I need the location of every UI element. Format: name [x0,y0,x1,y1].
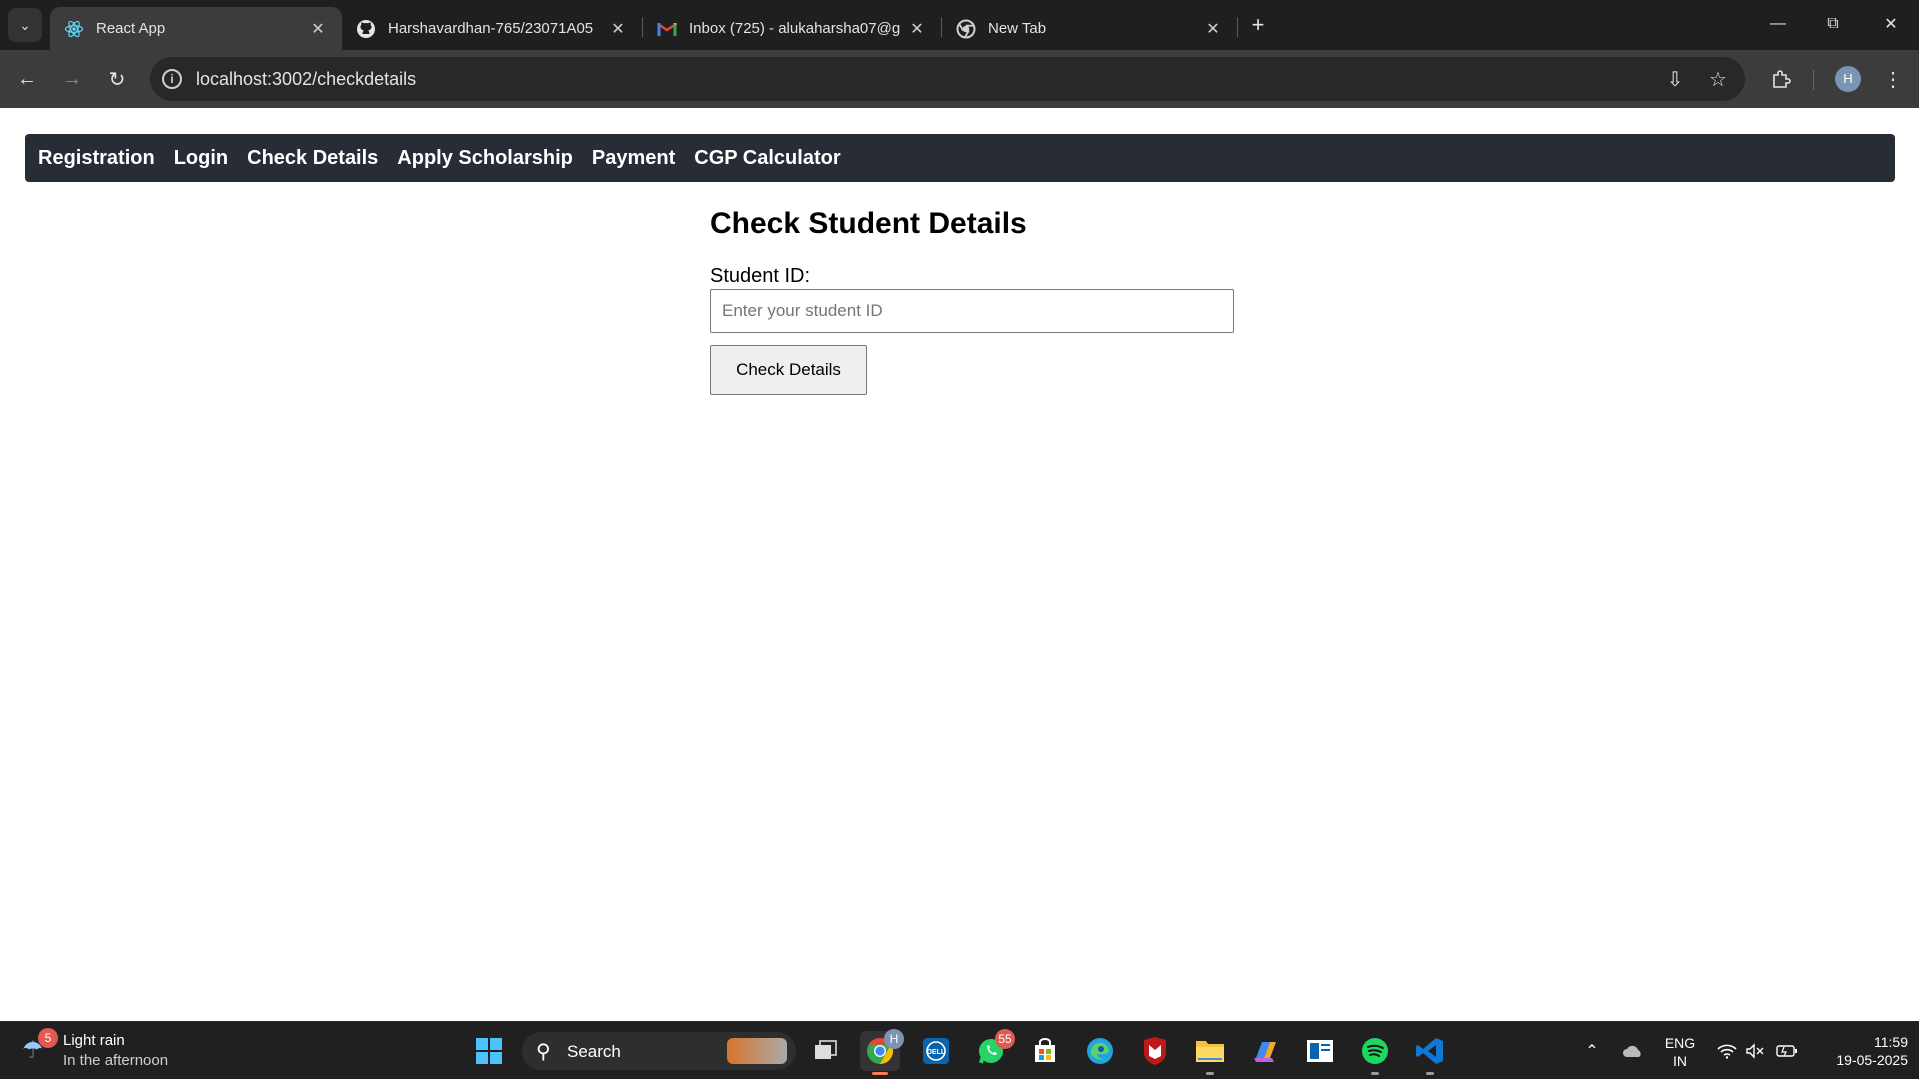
tab-separator [1237,17,1238,37]
running-indicator [1206,1072,1214,1075]
page-title: Check Student Details [710,207,1027,240]
tab-gmail[interactable]: Inbox (725) - alukaharsha07@g ✕ [643,7,941,50]
spotify-icon[interactable] [1355,1031,1395,1075]
close-tab-icon[interactable]: ✕ [608,19,628,39]
tab-search-chevron-icon[interactable]: ⌄ [8,8,42,42]
chrome-icon [956,19,976,39]
system-clock[interactable]: 11:59 19-05-2025 [1810,1033,1908,1069]
address-bar[interactable]: i localhost:3002/checkdetails ⇩ ☆ [150,57,1745,101]
weather-badge: 5 [38,1028,58,1048]
copilot-icon[interactable] [1245,1031,1285,1071]
search-highlight-icon [727,1038,787,1064]
search-label: Search [567,1042,621,1061]
github-icon [356,19,376,39]
task-view-icon[interactable] [806,1031,846,1071]
student-id-label: Student ID: [710,265,811,287]
new-tab-plus-icon[interactable]: + [1245,12,1271,38]
nav-link-cgp-calculator[interactable]: CGP Calculator [694,147,840,170]
chrome-profile-badge: H [884,1029,904,1049]
bookmark-star-icon[interactable]: ☆ [1705,67,1731,93]
tab-title: Harshavardhan-765/23071A05 [388,20,594,37]
nav-link-apply-scholarship[interactable]: Apply Scholarship [397,147,573,170]
input-language-indicator[interactable]: ENG IN [1663,1034,1697,1070]
microsoft-store-icon[interactable] [1025,1031,1065,1071]
clock-time: 11:59 [1874,1034,1908,1050]
close-tab-icon[interactable]: ✕ [308,19,328,39]
file-explorer-icon[interactable] [1190,1031,1230,1075]
tab-title: New Tab [988,20,1047,37]
edge-icon[interactable] [1080,1031,1120,1071]
running-indicator [1371,1072,1379,1075]
tab-github[interactable]: Harshavardhan-765/23071A05 ✕ [342,7,642,50]
tab-title: React App [96,20,166,37]
wifi-icon[interactable] [1714,1022,1740,1079]
whatsapp-icon[interactable]: 55 [971,1029,1015,1071]
vscode-icon[interactable] [1410,1031,1450,1075]
app-navbar: Registration Login Check Details Apply S… [25,134,1895,182]
back-arrow-icon[interactable]: ← [11,63,43,95]
restore-icon[interactable]: ⧉ [1813,8,1853,40]
tab-react-app[interactable]: React App ✕ [50,7,342,50]
site-info-icon[interactable]: i [162,69,182,89]
close-tab-icon[interactable]: ✕ [1203,19,1223,39]
running-indicator [872,1072,888,1075]
check-details-button[interactable]: Check Details [710,345,867,395]
mcafee-icon[interactable] [1135,1031,1175,1071]
react-icon [64,19,84,39]
dell-icon[interactable]: DELL [916,1031,956,1071]
close-tab-icon[interactable]: ✕ [907,19,927,39]
weather-title[interactable]: Light rain [63,1032,125,1049]
profile-avatar[interactable]: H [1835,66,1861,92]
nav-link-registration[interactable]: Registration [38,147,155,170]
search-icon: ⚲ [536,1041,551,1063]
onedrive-cloud-icon[interactable] [1618,1022,1648,1079]
tab-new-tab[interactable]: New Tab ✕ [942,7,1237,50]
forward-arrow-icon[interactable]: → [56,63,88,95]
language-code: ENG [1664,1035,1696,1051]
menu-kebab-icon[interactable]: ⋮ [1877,63,1909,95]
taskbar-search[interactable]: ⚲ Search [522,1032,796,1070]
student-id-input[interactable] [710,289,1234,333]
gmail-icon [657,19,677,39]
windows-start-icon[interactable] [469,1031,509,1071]
nav-link-check-details[interactable]: Check Details [247,147,378,170]
svg-text:DELL: DELL [927,1049,946,1056]
show-hidden-icons-chevron-icon[interactable]: ⌃ [1578,1022,1606,1079]
browser-toolbar: ← → ↻ i localhost:3002/checkdetails ⇩ ☆ … [0,50,1919,108]
windows-taskbar: ☂ 5 Light rain In the afternoon ⚲ Search… [0,1021,1919,1079]
web-page: Registration Login Check Details Apply S… [0,108,1919,1021]
window-close-icon[interactable]: ✕ [1871,8,1911,40]
weather-subtitle[interactable]: In the afternoon [63,1052,168,1069]
nav-link-login[interactable]: Login [174,147,228,170]
running-indicator [1426,1072,1434,1075]
battery-icon[interactable] [1774,1022,1800,1079]
toolbar-separator [1813,70,1814,90]
nav-link-payment[interactable]: Payment [592,147,675,170]
whatsapp-badge: 55 [995,1029,1015,1049]
url-text[interactable]: localhost:3002/checkdetails [196,69,416,90]
tab-title: Inbox (725) - alukaharsha07@g [689,20,901,37]
clock-date: 19-05-2025 [1836,1052,1908,1068]
minimize-icon[interactable]: — [1758,8,1798,40]
language-region: IN [1673,1053,1687,1069]
browser-tab-bar: ⌄ React App ✕ Harshavardhan-765/23071A05… [0,0,1919,50]
news-reader-icon[interactable] [1300,1031,1340,1071]
chrome-taskbar-icon[interactable]: H [860,1029,904,1075]
volume-muted-icon[interactable] [1742,1022,1768,1079]
reload-icon[interactable]: ↻ [101,63,133,95]
install-app-icon[interactable]: ⇩ [1662,67,1688,93]
extensions-puzzle-icon[interactable] [1765,63,1797,95]
